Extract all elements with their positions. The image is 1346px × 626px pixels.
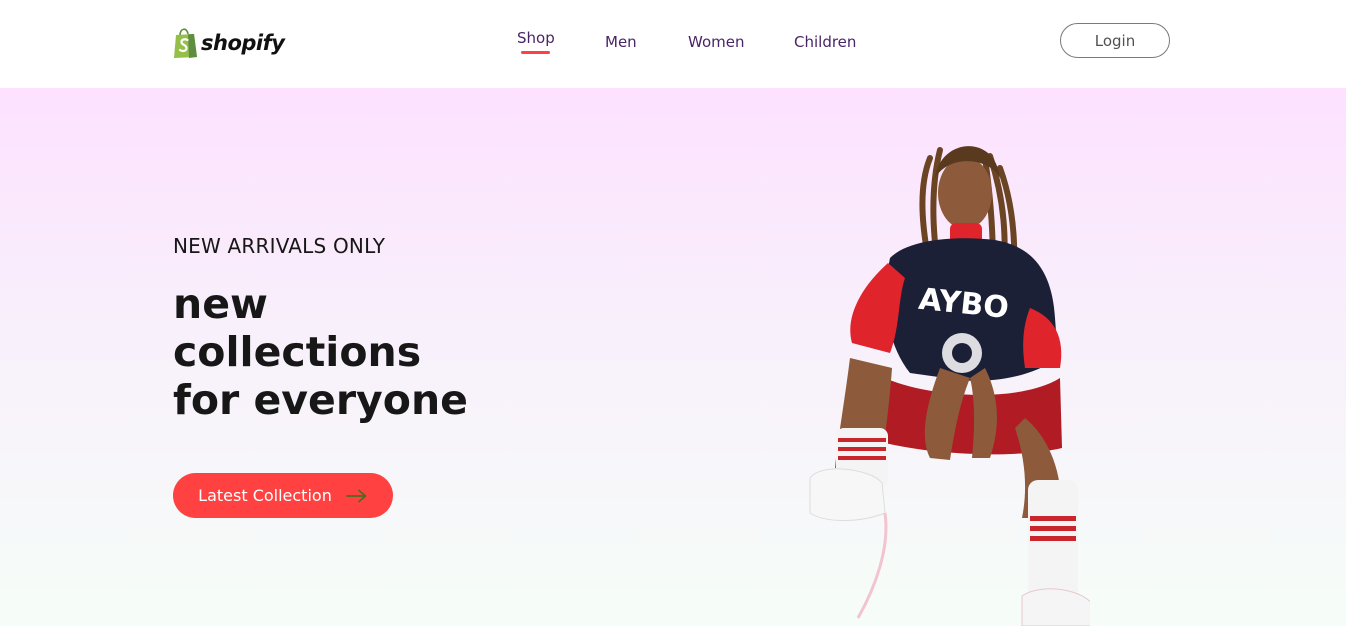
latest-collection-label: Latest Collection (198, 486, 332, 505)
hero-tagline: NEW ARRIVALS ONLY (173, 234, 386, 258)
nav-item-children[interactable]: Children (794, 33, 856, 51)
hero-title-line: new (173, 280, 268, 328)
login-button[interactable]: Login (1060, 23, 1170, 58)
hero-title-line: for everyone (173, 376, 468, 424)
nav-item-women[interactable]: Women (688, 33, 744, 51)
navbar: shopify Shop Men Women Children Login (0, 0, 1346, 88)
hero-model-image: AYBO (809, 146, 1090, 626)
active-nav-indicator (521, 51, 550, 54)
nav-item-shop[interactable]: Shop (517, 29, 555, 47)
latest-collection-button[interactable]: Latest Collection (173, 473, 393, 518)
hero-title-line: collections (173, 328, 422, 376)
nav-item-men[interactable]: Men (605, 33, 637, 51)
hero-section: NEW ARRIVALS ONLY new collections for ev… (0, 88, 1346, 626)
hero-title: new collections for everyone (173, 280, 468, 424)
arrow-right-icon (345, 489, 367, 502)
